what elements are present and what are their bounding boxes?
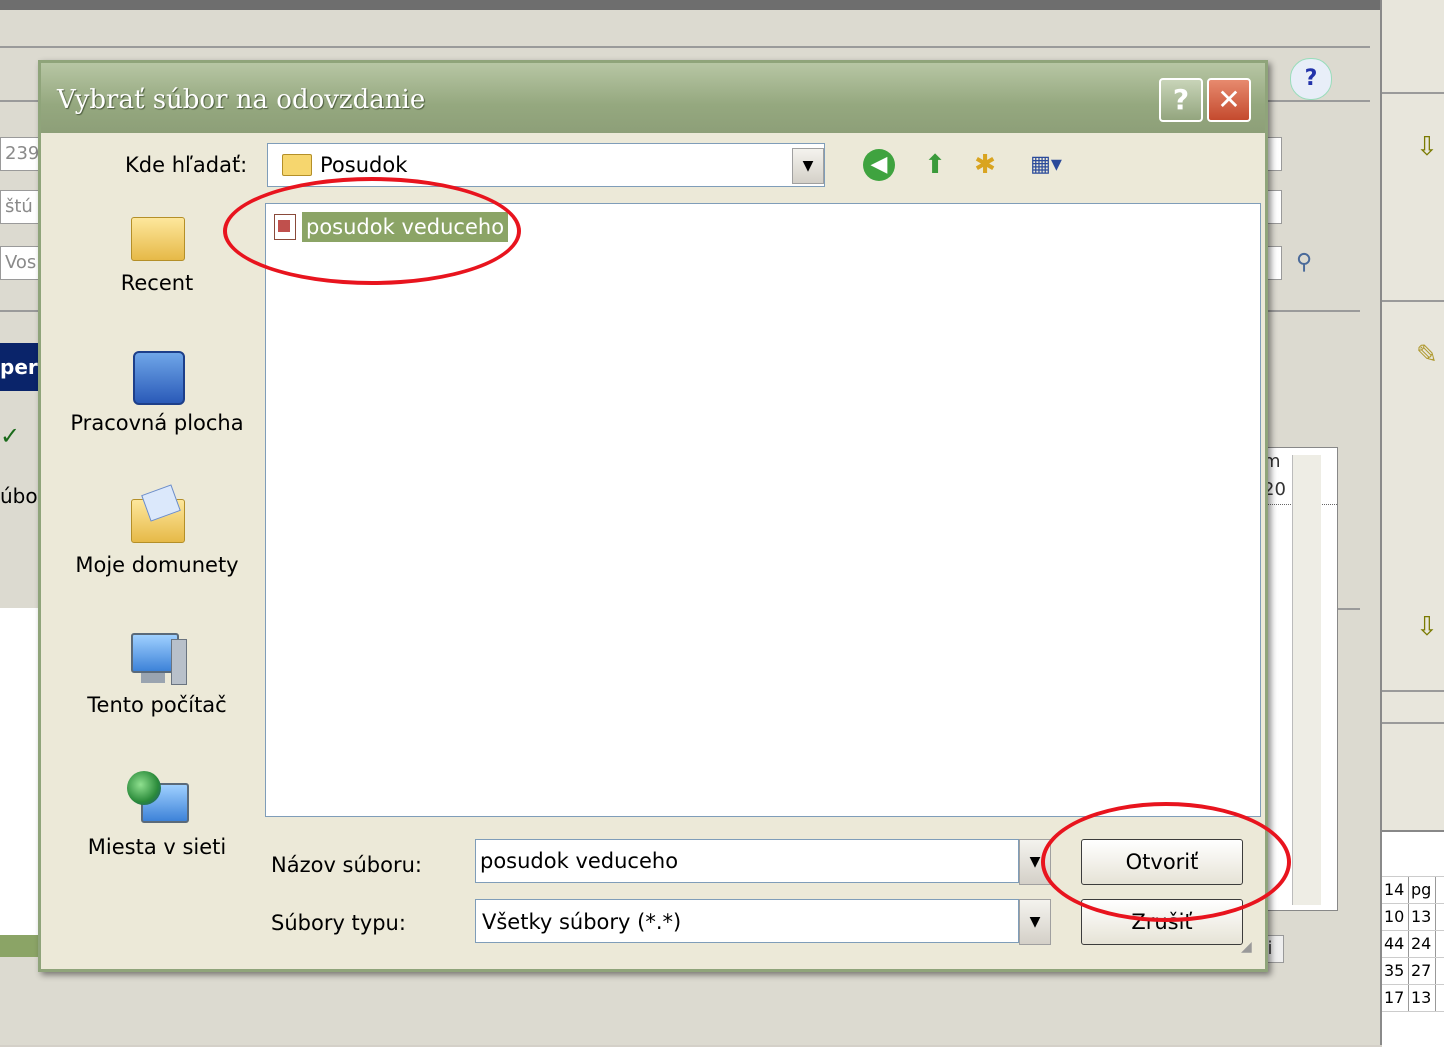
up-folder-icon[interactable]: ⬆ [917,147,953,183]
table-row[interactable]: 14 pg [1382,877,1444,904]
check-icon: ✓ [0,422,21,450]
globe-icon [127,771,161,805]
table-cell: 35 [1382,958,1409,984]
place-label: Tento počítač [87,693,227,717]
help-button[interactable]: ? [1159,78,1203,122]
desktop-icon [133,351,185,405]
background-selected-tab[interactable]: per [0,343,42,391]
background-window-titlebar [0,0,1380,10]
tower-icon [171,639,187,685]
filetype-select[interactable]: Všetky súbory (*.*) [475,899,1019,943]
divider [1382,722,1444,724]
monitor-stand-icon [141,673,165,683]
chevron-down-icon[interactable]: ▼ [1019,899,1051,945]
back-icon[interactable]: ◀ [863,149,895,181]
place-my-documents[interactable]: Moje domunety [59,484,255,577]
scrollbar[interactable] [1292,455,1321,905]
folder-icon [282,154,312,176]
table-cell: 27 [1409,958,1436,984]
look-in-label: Kde hľadať: [125,153,248,177]
dialog-title: Vybrať súbor na odovzdanie [57,85,426,115]
filename-input[interactable] [475,839,1019,883]
filename-label: Názov súboru: [271,853,422,877]
chevron-down-icon[interactable]: ▼ [792,148,824,184]
place-label: Recent [120,271,194,295]
annotation-circle-file [223,177,521,285]
background-progress [0,935,40,957]
resize-grip-icon[interactable]: ◢ [1241,939,1261,959]
background-help-icon[interactable]: ? [1290,58,1332,100]
background-label: úbo [0,484,38,508]
table-cell: 10 [1382,904,1409,930]
divider [1382,690,1444,692]
edit-icon[interactable]: ✎ [1416,340,1438,370]
arrow-icon[interactable]: ⇩ [1416,612,1438,642]
places-bar: Recent Pracovná plocha Moje domunety Ten… [59,193,255,883]
place-label: Pracovná plocha [70,411,244,435]
file-list[interactable]: posudok veduceho [265,203,1261,817]
table-row[interactable]: 44 24 [1382,931,1444,958]
place-label: Miesta v sieti [87,835,227,859]
table-header [1382,832,1444,877]
divider [0,46,1370,48]
table-cell: 44 [1382,931,1409,957]
place-desktop[interactable]: Pracovná plocha [59,347,255,435]
filetype-label: Súbory typu: [271,911,406,935]
divider [1382,300,1444,302]
table-cell: pg [1409,877,1436,903]
background-panel [0,608,40,948]
new-folder-icon[interactable]: ✱ [967,147,1003,183]
recent-folder-icon [131,217,185,261]
table-cell: 24 [1409,931,1436,957]
view-menu-icon[interactable]: ▦▾ [1019,147,1073,183]
arrow-icon[interactable]: ⇩ [1416,132,1438,162]
table-cell: 13 [1409,904,1436,930]
place-my-computer[interactable]: Tento počítač [59,629,255,717]
place-network[interactable]: Miesta v sieti [59,771,255,859]
search-icon[interactable]: ⚲ [1296,250,1312,275]
table-cell: 13 [1409,985,1436,1011]
background-table[interactable]: 14 pg 10 13 44 24 35 27 17 13 [1382,830,1444,1047]
table-cell: 14 [1382,877,1409,903]
table-row[interactable]: 17 13 [1382,985,1444,1012]
place-label: Moje domunety [75,553,239,577]
dialog-titlebar[interactable]: Vybrať súbor na odovzdanie ? ✕ [41,63,1265,133]
divider [1382,92,1444,94]
table-cell: 17 [1382,985,1409,1011]
table-row[interactable]: 10 13 [1382,904,1444,931]
close-button[interactable]: ✕ [1207,78,1251,122]
look-in-value: Posudok [320,153,408,177]
annotation-circle-open-button [1041,802,1291,922]
table-row[interactable]: 35 27 [1382,958,1444,985]
